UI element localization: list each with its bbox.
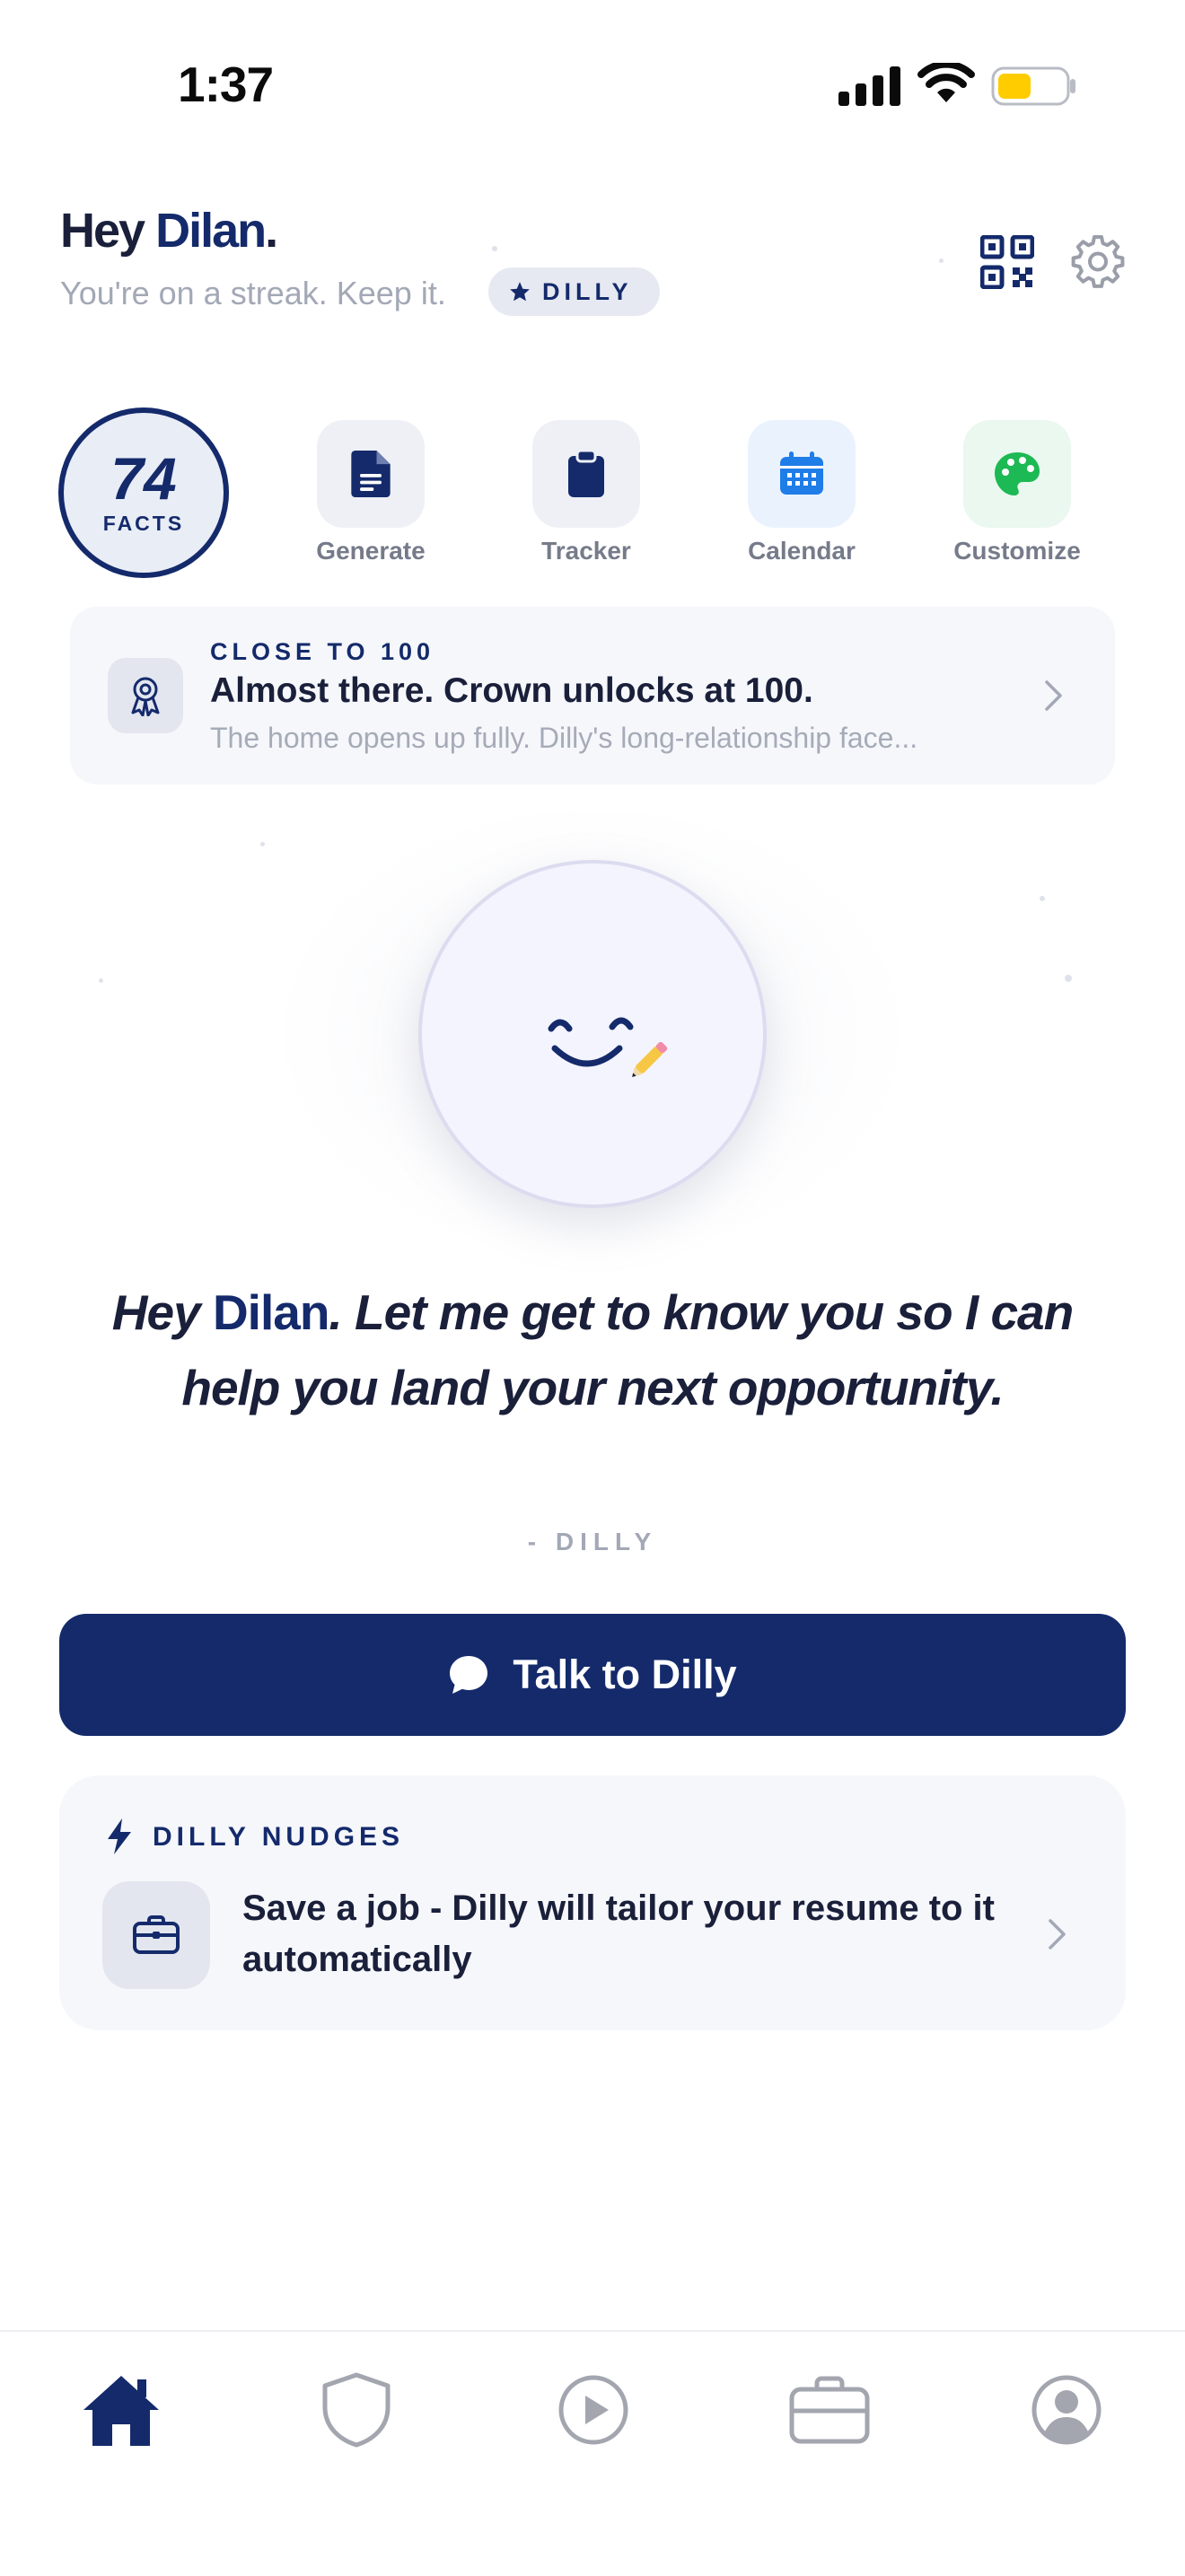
nudge-text: Save a job - Dilly will tailor your resu… <box>242 1888 995 1979</box>
status-time: 1:37 <box>178 57 274 112</box>
quote-signature: - DILLY <box>527 1528 658 1555</box>
chat-bubble-icon <box>450 1656 488 1694</box>
tab-shield[interactable] <box>307 2361 406 2459</box>
facts-label: FACTS <box>102 511 185 535</box>
lightning-bolt-icon <box>108 1818 131 1854</box>
decor-dot <box>939 258 944 263</box>
milestone-description: The home opens up fully. Dilly's long-re… <box>210 722 918 754</box>
tab-jobs[interactable] <box>780 2361 879 2459</box>
dilly-badge[interactable]: DILLY <box>488 267 660 316</box>
facts-count: 74 <box>110 444 177 512</box>
gear-icon[interactable] <box>1070 233 1126 289</box>
generate-label: Generate <box>316 537 426 565</box>
milestone-kicker: CLOSE TO 100 <box>210 638 435 665</box>
tracker-label: Tracker <box>541 537 631 565</box>
milestone-title: Almost there. Crown unlocks at 100. <box>210 671 813 710</box>
tracker-button[interactable]: Tracker <box>532 420 640 565</box>
chevron-right-icon[interactable] <box>1043 679 1065 713</box>
chevron-right-icon[interactable] <box>1047 1917 1068 1951</box>
battery-icon <box>991 66 1075 106</box>
decor-dot <box>1040 896 1045 901</box>
calendar-label: Calendar <box>748 537 856 565</box>
decor-dot <box>1065 975 1072 982</box>
decor-dot <box>260 842 265 846</box>
play-icon <box>558 2375 628 2445</box>
talk-label: Talk to Dilly <box>513 1652 737 1697</box>
qr-code-icon[interactable] <box>980 235 1034 289</box>
nudges-kicker: DILLY NUDGES <box>153 1822 405 1852</box>
dilly-avatar[interactable] <box>418 860 767 1208</box>
greeting-prefix: Hey <box>60 204 156 258</box>
customize-label: Customize <box>953 537 1081 565</box>
shield-icon <box>322 2372 391 2448</box>
decor-dot <box>99 978 103 983</box>
quote-prefix: Hey <box>111 1284 213 1340</box>
quote-name: Dilan <box>212 1284 329 1340</box>
greeting-title: Hey Dilan. <box>60 203 278 258</box>
tab-play[interactable] <box>544 2361 643 2459</box>
nudge-icon-tile <box>102 1881 210 1989</box>
award-badge <box>108 658 183 733</box>
profile-icon <box>1031 2375 1102 2445</box>
greeting-suffix: . <box>265 204 278 258</box>
briefcase-icon <box>133 1915 180 1954</box>
user-name: Dilan <box>155 204 267 258</box>
calendar-icon <box>780 451 823 495</box>
briefcase-icon <box>789 2376 870 2444</box>
star-icon <box>510 282 530 302</box>
dilly-quote: Hey Dilan. Let me get to know you so I c… <box>108 1275 1077 1425</box>
streak-subtitle: You're on a streak. Keep it. <box>60 275 446 311</box>
generate-button[interactable]: Generate <box>316 420 426 565</box>
wifi-icon <box>917 63 975 102</box>
document-icon <box>351 451 391 497</box>
calendar-button[interactable]: Calendar <box>748 420 856 565</box>
decor-dot <box>492 246 497 251</box>
tab-profile[interactable] <box>1017 2361 1116 2459</box>
clipboard-icon <box>568 451 604 497</box>
badge-label: DILLY <box>542 277 633 305</box>
cellular-signal-icon <box>838 66 900 106</box>
home-icon <box>83 2376 159 2446</box>
facts-counter[interactable]: 74 FACTS <box>58 407 229 578</box>
customize-button[interactable]: Customize <box>953 420 1081 565</box>
award-icon <box>131 677 160 716</box>
smiling-face-icon <box>548 1017 668 1077</box>
tab-home[interactable] <box>72 2361 171 2459</box>
talk-to-dilly-button[interactable]: Talk to Dilly <box>59 1614 1126 1736</box>
palette-icon <box>995 452 1040 495</box>
